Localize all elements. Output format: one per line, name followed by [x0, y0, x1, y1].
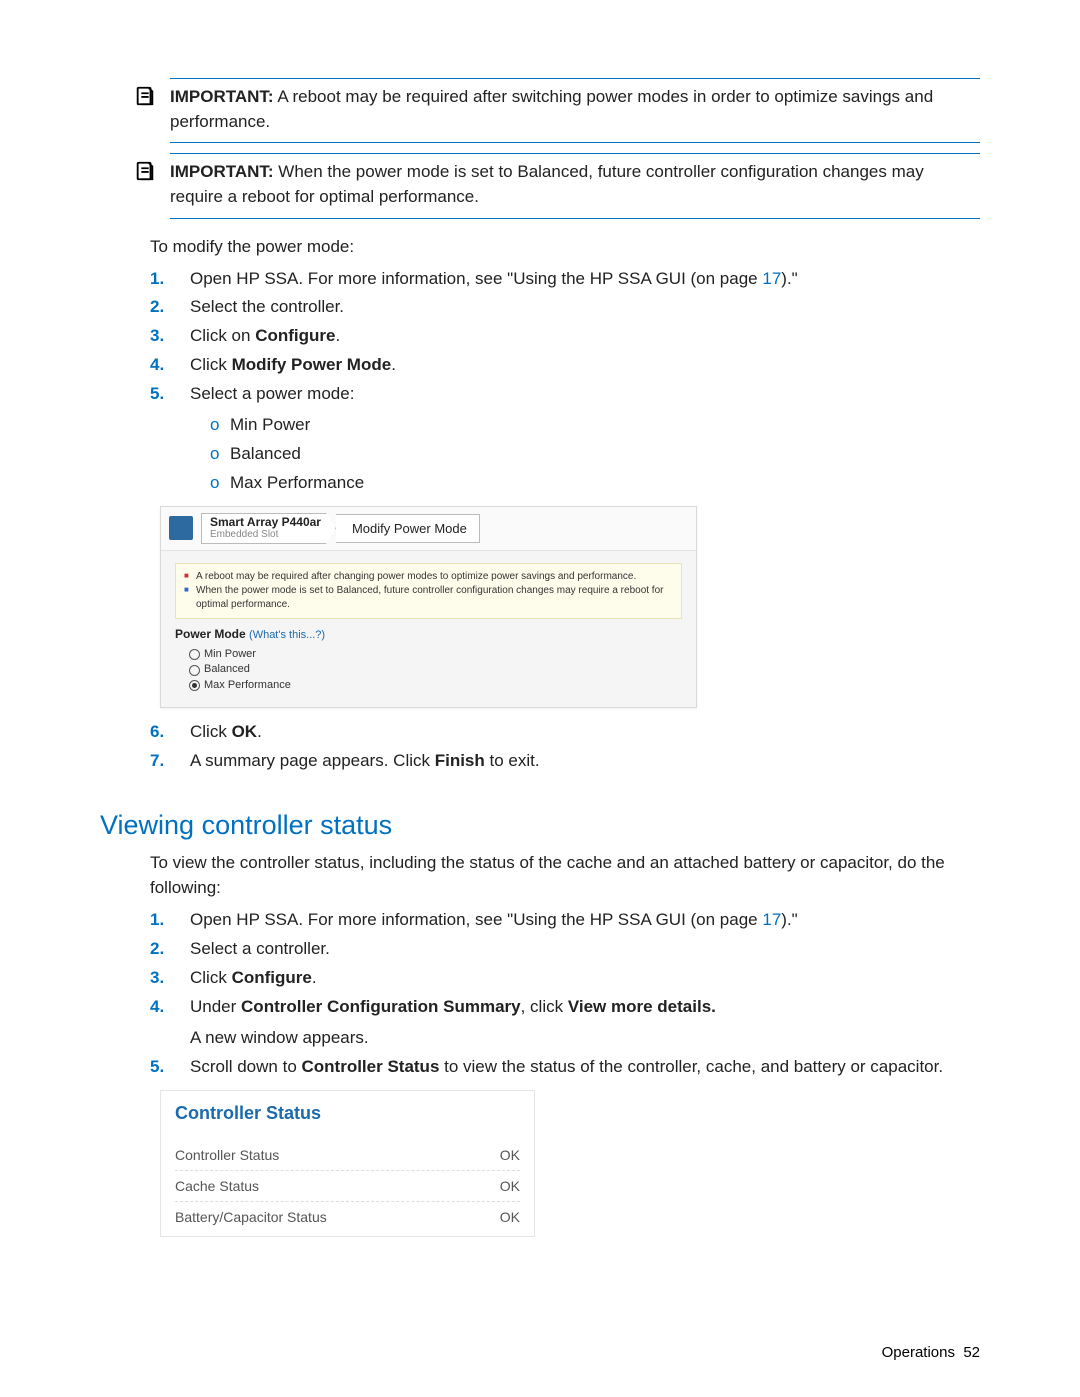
step-text: Select a controller.: [190, 939, 330, 958]
radio-label: Min Power: [204, 647, 256, 662]
step-text: ).": [781, 269, 797, 288]
crumb-title: Smart Array P440ar: [210, 516, 321, 530]
step-text: Click: [190, 355, 232, 374]
radio-label: Balanced: [204, 662, 250, 677]
footer-page-number: 52: [963, 1344, 980, 1361]
steps-list-2: 1. Open HP SSA. For more information, se…: [150, 906, 980, 1081]
steps-list-1-cont: 6. Click OK. 7. A summary page appears. …: [150, 718, 980, 776]
important-note-2: IMPORTANT: When the power mode is set to…: [170, 153, 980, 218]
breadcrumb: Smart Array P440ar Embedded Slot Modify …: [161, 507, 696, 551]
important-text: When the power mode is set to Balanced, …: [170, 162, 924, 206]
important-text: A reboot may be required after switching…: [170, 87, 933, 131]
step-text: , click: [521, 997, 568, 1016]
step-text: Open HP SSA. For more information, see "…: [190, 269, 762, 288]
step-text: Open HP SSA. For more information, see "…: [190, 910, 762, 929]
step-text: A new window appears.: [190, 1024, 980, 1053]
important-note-1: IMPORTANT: A reboot may be required afte…: [170, 78, 980, 143]
status-row: Battery/Capacitor Status OK: [175, 1202, 520, 1232]
pm-label: Power Mode: [175, 627, 246, 641]
info-notes: A reboot may be required after changing …: [175, 563, 682, 619]
page-footer: Operations 52: [882, 1344, 980, 1361]
steps-list-1: 1. Open HP SSA. For more information, se…: [150, 265, 980, 498]
step-text: Select the controller.: [190, 297, 344, 316]
info-note: When the power mode is set to Balanced, …: [184, 584, 673, 612]
step-text: Click: [190, 722, 232, 741]
modify-power-mode-screenshot: Smart Array P440ar Embedded Slot Modify …: [160, 506, 697, 708]
step-text: Click on: [190, 326, 255, 345]
note-icon: [134, 160, 156, 186]
status-value: OK: [500, 1178, 520, 1194]
footer-section: Operations: [882, 1344, 955, 1361]
step-bold: View more details.: [568, 997, 716, 1016]
step-text: to view the status of the controller, ca…: [439, 1057, 943, 1076]
step-text: Select a power mode:: [190, 384, 354, 403]
step-bold: Finish: [435, 751, 485, 770]
step-text: Click: [190, 968, 232, 987]
panel-title: Controller Status: [175, 1103, 520, 1124]
breadcrumb-page: Modify Power Mode: [336, 514, 480, 543]
status-label: Cache Status: [175, 1178, 259, 1194]
controller-status-screenshot: Controller Status Controller Status OK C…: [160, 1090, 535, 1237]
whats-this-link[interactable]: (What's this...?): [249, 629, 325, 641]
section-heading: Viewing controller status: [100, 810, 980, 841]
radio-label: Max Performance: [204, 678, 291, 693]
breadcrumb-device[interactable]: Smart Array P440ar Embedded Slot: [201, 513, 336, 544]
page-ref-link[interactable]: 17: [762, 269, 781, 288]
radio-max-performance[interactable]: Max Performance: [189, 678, 682, 693]
status-row: Controller Status OK: [175, 1140, 520, 1171]
radio-min-power[interactable]: Min Power: [189, 647, 682, 662]
sub-item: Max Performance: [230, 473, 364, 492]
important-label: IMPORTANT:: [170, 87, 274, 106]
step-text: Under: [190, 997, 241, 1016]
step-bold: Controller Status: [302, 1057, 440, 1076]
status-value: OK: [500, 1209, 520, 1225]
info-note: A reboot may be required after changing …: [184, 570, 673, 584]
step-bold: OK: [232, 722, 258, 741]
step-bold: Configure: [232, 968, 312, 987]
step-bold: Modify Power Mode: [232, 355, 392, 374]
crumb-sub: Embedded Slot: [210, 529, 321, 541]
intro-text-2: To view the controller status, including…: [150, 851, 980, 900]
status-value: OK: [500, 1147, 520, 1163]
step-text: A summary page appears. Click: [190, 751, 435, 770]
sub-item: Min Power: [230, 415, 310, 434]
step-bold: Configure: [255, 326, 335, 345]
step-bold: Controller Configuration Summary: [241, 997, 521, 1016]
step-text: .: [257, 722, 262, 741]
status-row: Cache Status OK: [175, 1171, 520, 1202]
status-label: Controller Status: [175, 1147, 279, 1163]
radio-balanced[interactable]: Balanced: [189, 662, 682, 677]
important-label: IMPORTANT:: [170, 162, 274, 181]
note-icon: [134, 85, 156, 111]
step-text: to exit.: [485, 751, 540, 770]
device-icon: [169, 516, 193, 540]
step-text: .: [335, 326, 340, 345]
step-text: .: [391, 355, 396, 374]
step-text: Scroll down to: [190, 1057, 302, 1076]
step-text: ).": [781, 910, 797, 929]
page-ref-link[interactable]: 17: [762, 910, 781, 929]
power-mode-group: Power Mode (What's this...?) Min Power B…: [161, 627, 696, 707]
step-text: .: [312, 968, 317, 987]
sub-item: Balanced: [230, 444, 301, 463]
intro-text: To modify the power mode:: [150, 237, 980, 257]
status-label: Battery/Capacitor Status: [175, 1209, 327, 1225]
